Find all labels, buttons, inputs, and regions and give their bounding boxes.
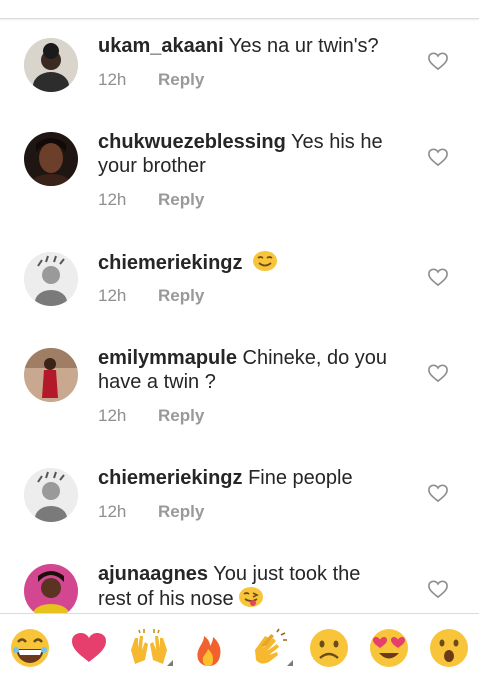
comment-text: emilymmapule Chineke, do you have a twin… — [98, 346, 398, 394]
comment-meta: 12h Reply — [98, 286, 204, 306]
comment-timestamp: 12h — [98, 190, 127, 209]
avatar[interactable] — [24, 38, 78, 92]
reply-button[interactable]: Reply — [158, 406, 204, 425]
clapping-hands-icon — [255, 628, 287, 664]
emoji-button[interactable] — [8, 628, 52, 668]
reply-button[interactable]: Reply — [158, 502, 204, 521]
comment-username[interactable]: ukam_akaani — [98, 35, 224, 57]
tongue-out-face-icon — [238, 587, 263, 607]
emoji-button[interactable] — [247, 628, 293, 668]
like-heart-icon[interactable] — [427, 51, 449, 71]
avatar[interactable] — [24, 252, 78, 306]
comment-meta: 12h Reply — [98, 70, 204, 90]
variant-indicator — [167, 660, 173, 666]
comment-username[interactable]: chiemeriekingz — [98, 252, 243, 274]
red-heart-icon — [72, 633, 106, 662]
surprised-face-icon — [430, 629, 468, 667]
like-heart-icon[interactable] — [427, 579, 449, 599]
comment-text: chiemeriekingz — [98, 250, 398, 275]
raised-hands-icon — [131, 629, 167, 664]
comment-text: ukam_akaani Yes na ur twin's? — [98, 34, 398, 58]
comment-meta: 12h Reply — [98, 502, 204, 522]
avatar[interactable] — [24, 564, 78, 613]
fire-icon — [197, 636, 221, 666]
emoji-button[interactable] — [67, 628, 111, 668]
smiling-face-icon — [253, 251, 278, 271]
comment-timestamp: 12h — [98, 502, 127, 521]
like-heart-icon[interactable] — [427, 147, 449, 167]
avatar[interactable] — [24, 468, 78, 522]
comment-meta: 12h Reply — [98, 190, 204, 210]
comment-text: ajunaagnes You just took the rest of his… — [98, 562, 398, 611]
comment-timestamp: 12h — [98, 286, 127, 305]
top-bar — [0, 0, 479, 19]
emoji-button[interactable] — [367, 628, 411, 668]
heart-eyes-face-icon — [370, 629, 408, 667]
like-heart-icon[interactable] — [427, 267, 449, 287]
avatar[interactable] — [24, 348, 78, 402]
comment-username[interactable]: chukwuezeblessing — [98, 131, 286, 153]
comment-message: Fine people — [248, 467, 353, 489]
like-heart-icon[interactable] — [427, 363, 449, 383]
comments-list: ukam_akaani Yes na ur twin's? 12h Reply c… — [0, 19, 479, 613]
emoji-reaction-bar — [0, 613, 479, 679]
emoji-button[interactable] — [187, 628, 231, 668]
comment-meta: 12h Reply — [98, 406, 204, 426]
reply-button[interactable]: Reply — [158, 190, 204, 209]
comment-username[interactable]: emilymmapule — [98, 347, 237, 369]
comment-username[interactable]: ajunaagnes — [98, 563, 208, 585]
comment-message: Yes na ur twin's? — [228, 35, 379, 57]
comment-timestamp: 12h — [98, 70, 127, 89]
comment-text: chiemeriekingz Fine people — [98, 466, 398, 490]
emoji-button[interactable] — [127, 628, 173, 668]
reply-button[interactable]: Reply — [158, 70, 204, 89]
variant-indicator — [287, 660, 293, 666]
avatar[interactable] — [24, 132, 78, 186]
comment-text: chukwuezeblessing Yes his he your brothe… — [98, 130, 398, 178]
like-heart-icon[interactable] — [427, 483, 449, 503]
emoji-button[interactable] — [427, 628, 471, 668]
reply-button[interactable]: Reply — [158, 286, 204, 305]
frowning-face-icon — [310, 629, 348, 667]
comment-username[interactable]: chiemeriekingz — [98, 467, 243, 489]
emoji-button[interactable] — [307, 628, 351, 668]
comment-timestamp: 12h — [98, 406, 127, 425]
grinning-face-icon — [11, 629, 49, 667]
